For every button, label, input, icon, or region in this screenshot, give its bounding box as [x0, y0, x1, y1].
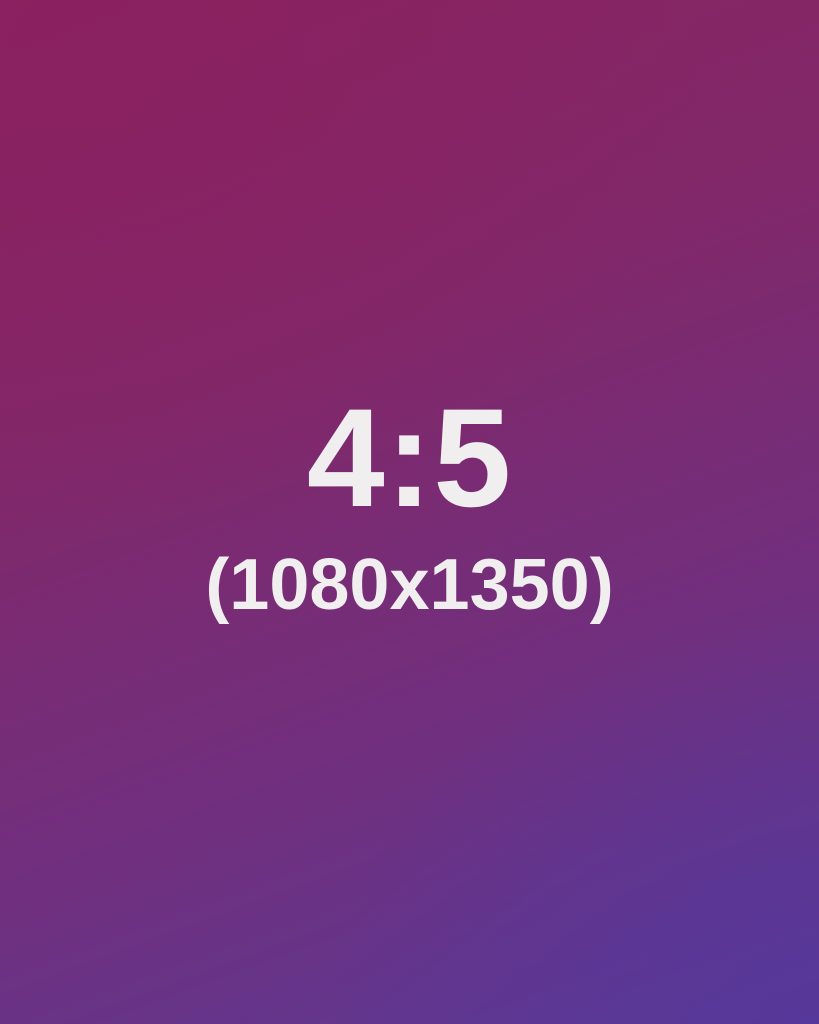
gradient-background: 4:5 (1080x1350) [0, 0, 819, 1024]
dimensions-label: (1080x1350) [205, 545, 614, 625]
aspect-ratio-label: 4:5 [306, 379, 513, 536]
